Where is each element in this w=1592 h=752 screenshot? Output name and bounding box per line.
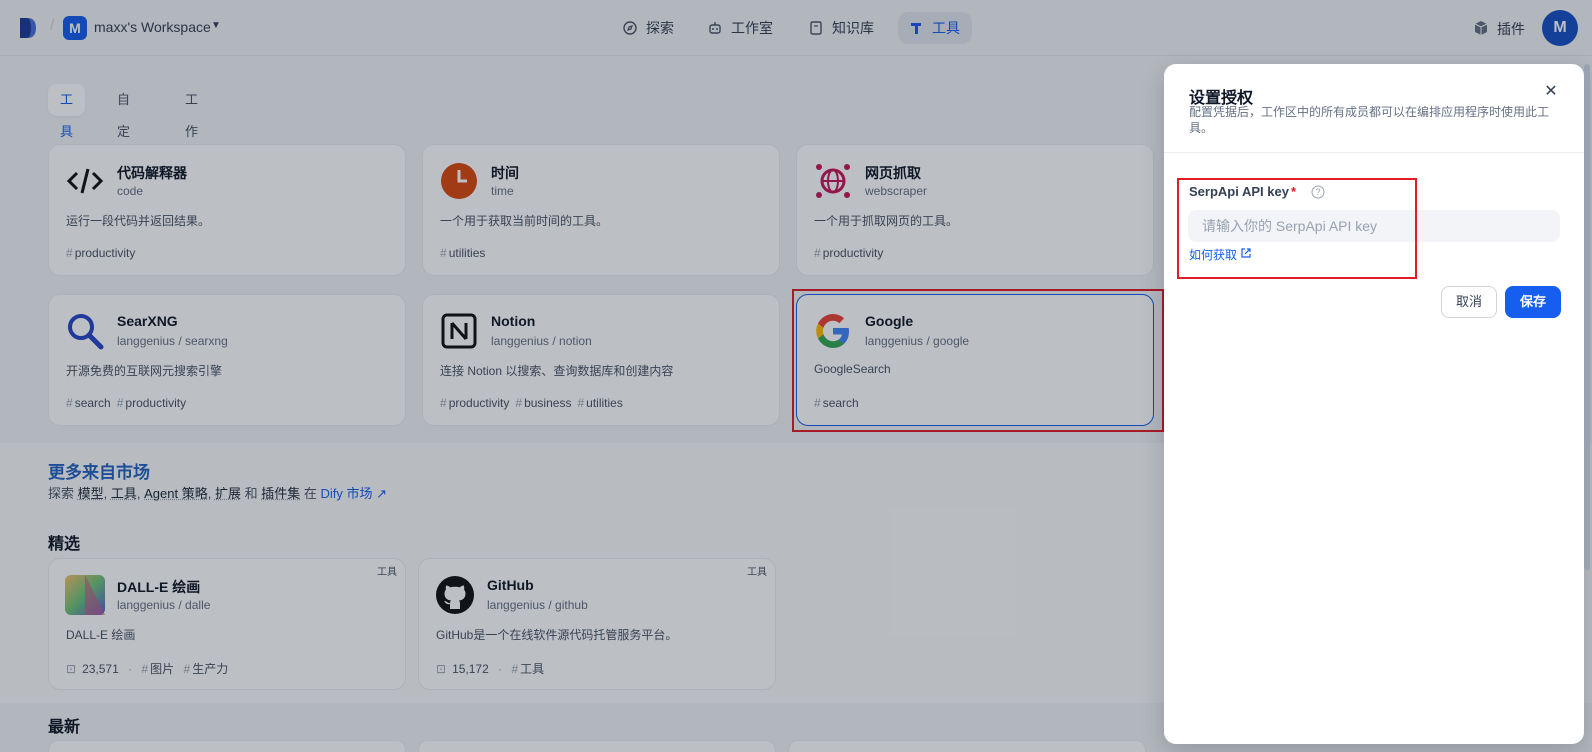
drawer-description: 配置凭据后，工作区中的所有成员都可以在编排应用程序时使用此工具。 — [1189, 104, 1549, 136]
divider — [1164, 152, 1584, 153]
save-button[interactable]: 保存 — [1505, 286, 1561, 318]
highlight-box — [1177, 178, 1417, 279]
auth-drawer: 设置授权 配置凭据后，工作区中的所有成员都可以在编排应用程序时使用此工具。 ✕ … — [1164, 64, 1584, 744]
close-icon[interactable]: ✕ — [1541, 82, 1561, 102]
cancel-button[interactable]: 取消 — [1441, 286, 1497, 318]
scrollbar[interactable] — [1584, 64, 1590, 570]
